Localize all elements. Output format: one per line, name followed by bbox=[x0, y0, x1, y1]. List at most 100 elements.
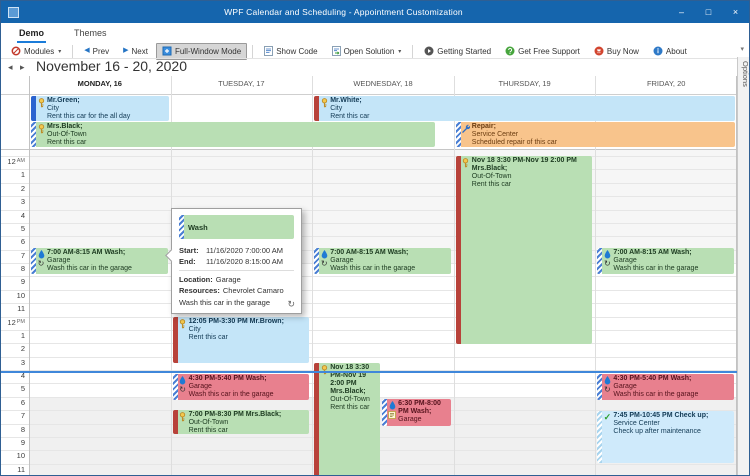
app-icon bbox=[8, 7, 19, 18]
event-icons: ↻ bbox=[36, 248, 46, 274]
appointment[interactable]: Nov 18 3:30 PM-Nov 19 2:00 PM Mrs.Black;… bbox=[456, 156, 593, 344]
event-icons: ✓ bbox=[602, 411, 612, 463]
recurrence-icon: ↻ bbox=[604, 386, 611, 394]
event-text: 7:00 AM-8:15 AM Wash;GarageWash this car… bbox=[46, 248, 168, 274]
allday-appointment[interactable]: Mrs.Black;Out-Of-TownRent this car bbox=[31, 122, 435, 147]
event-icons bbox=[319, 96, 329, 121]
appointment[interactable]: 6:30 PM-8:00 PM Wash;Garage bbox=[382, 399, 451, 426]
minimize-button[interactable]: – bbox=[668, 1, 695, 23]
code-icon bbox=[264, 46, 273, 56]
time-label: 7 bbox=[1, 411, 25, 420]
allday-appointment[interactable]: Repair;Service CenterScheduled repair of… bbox=[456, 122, 735, 147]
open-solution-button[interactable]: Open Solution▾ bbox=[326, 43, 408, 60]
recurrence-icon: ↻ bbox=[604, 260, 611, 268]
day-header-3[interactable]: WEDNESDAY, 18 bbox=[312, 79, 454, 91]
end-value: 11/16/2020 8:15:00 AM bbox=[206, 256, 283, 267]
buy-now-button[interactable]: Buy Now bbox=[588, 43, 645, 60]
maximize-button[interactable]: □ bbox=[695, 1, 722, 23]
getting-started-button[interactable]: Getting Started bbox=[418, 43, 497, 60]
toolbar-overflow-button[interactable]: ▾ bbox=[740, 45, 744, 53]
appointment[interactable]: ↻4:30 PM-5:40 PM Wash;GarageWash this ca… bbox=[597, 374, 734, 400]
prev-button-label: Prev bbox=[93, 47, 109, 56]
time-label: 2 bbox=[1, 344, 25, 353]
tooltip-start-row: Start: 11/16/2020 7:00:00 AM bbox=[179, 245, 294, 256]
event-icons: ↻ bbox=[319, 248, 329, 274]
prev-button[interactable]: ◀ Prev bbox=[78, 43, 115, 60]
options-tab[interactable]: Options bbox=[737, 57, 750, 476]
toolbar-separator bbox=[252, 45, 253, 58]
show-code-button-label: Show Code bbox=[276, 47, 317, 56]
show-code-button[interactable]: Show Code bbox=[258, 43, 323, 60]
droplet-icon bbox=[179, 376, 186, 385]
time-label: 11 bbox=[1, 465, 25, 474]
appointment[interactable]: ↻4:30 PM-5:40 PM Wash;GarageWash this ca… bbox=[173, 374, 310, 400]
key-icon bbox=[179, 412, 186, 422]
tooltip-location-row: Location: Garage bbox=[179, 274, 294, 285]
next-button[interactable]: ▶Next bbox=[117, 43, 154, 60]
allday-appointment[interactable]: Mr.White;CityRent this car bbox=[314, 96, 735, 121]
key-icon bbox=[321, 365, 328, 375]
time-label: 1 bbox=[1, 170, 25, 179]
day-header-5[interactable]: FRIDAY, 20 bbox=[595, 79, 737, 91]
modules-button[interactable]: Modules▾ bbox=[5, 43, 67, 60]
time-label: 6 bbox=[1, 398, 25, 407]
solution-icon bbox=[332, 46, 341, 56]
tooltip-resources-row: Resources: Chevrolet Camaro bbox=[179, 285, 294, 296]
tooltip-end-row: End: 11/16/2020 8:15:00 AM bbox=[179, 256, 294, 267]
allday-appointment[interactable]: Mr.Green;CityRent this car for the all d… bbox=[31, 96, 169, 121]
tooltip-description: Wash this car in the garage bbox=[179, 298, 294, 307]
event-text: 7:00 AM-8:15 AM Wash;GarageWash this car… bbox=[612, 248, 734, 274]
nav-forward-button[interactable]: ▸ bbox=[20, 62, 25, 73]
appointment[interactable]: ✓7:45 PM-10:45 PM Check up;Service Cente… bbox=[597, 411, 734, 463]
time-label: 12PM bbox=[1, 318, 25, 327]
get-free-support-button[interactable]: Get Free Support bbox=[499, 43, 586, 60]
day-header-2[interactable]: TUESDAY, 17 bbox=[171, 79, 313, 91]
nav-back-button[interactable]: ◂ bbox=[8, 62, 13, 73]
event-icons bbox=[461, 122, 471, 147]
event-text: 7:00 PM-8:30 PM Mrs.Black;Out-Of-TownRen… bbox=[188, 410, 310, 434]
event-icons: ↻ bbox=[602, 374, 612, 400]
appointment[interactable]: Nov 18 3:30 PM-Nov 19 2:00 PM Mrs.Black;… bbox=[314, 363, 380, 476]
appointment[interactable]: ↻7:00 AM-8:15 AM Wash;GarageWash this ca… bbox=[597, 248, 734, 274]
day-header-4[interactable]: THURSDAY, 19 bbox=[454, 79, 596, 91]
end-label: End: bbox=[179, 256, 203, 267]
full-window-mode-button[interactable]: Full-Window Mode bbox=[156, 43, 247, 60]
toolbar-separator bbox=[412, 45, 413, 58]
appointment[interactable]: 12:05 PM-3:30 PM Mr.Brown;CityRent this … bbox=[173, 317, 310, 363]
getting-started-button-label: Getting Started bbox=[437, 47, 491, 56]
modules-button-label: Modules bbox=[24, 47, 54, 56]
event-icons bbox=[36, 122, 46, 147]
time-label: 6 bbox=[1, 237, 25, 246]
close-button[interactable]: × bbox=[722, 1, 749, 23]
resources-label: Resources: bbox=[179, 285, 220, 296]
time-label: 5 bbox=[1, 224, 25, 233]
start-value: 11/16/2020 7:00:00 AM bbox=[206, 245, 283, 256]
tab-demo[interactable]: Demo bbox=[17, 25, 46, 41]
appointment[interactable]: ↻7:00 AM-8:15 AM Wash;GarageWash this ca… bbox=[314, 248, 451, 274]
appointment[interactable]: ↻7:00 AM-8:15 AM Wash;GarageWash this ca… bbox=[31, 248, 168, 274]
time-label: 4 bbox=[1, 211, 25, 220]
tooltip-subject-strip: Wash bbox=[179, 215, 294, 239]
event-text: 6:30 PM-8:00 PM Wash;Garage bbox=[397, 399, 451, 426]
buy-now-button-label: Buy Now bbox=[607, 47, 639, 56]
date-range-title: November 16 - 20, 2020 bbox=[36, 58, 187, 74]
location-label: Location: bbox=[179, 274, 213, 285]
day-header-1[interactable]: MONDAY, 16 bbox=[29, 79, 171, 91]
striped-bar bbox=[179, 215, 184, 239]
title-bar: WPF Calendar and Scheduling - Appointmen… bbox=[1, 1, 749, 23]
event-text: 12:05 PM-3:30 PM Mr.Brown;CityRent this … bbox=[188, 317, 310, 363]
tab-themes[interactable]: Themes bbox=[72, 25, 109, 41]
appointment[interactable]: 7:00 PM-8:30 PM Mrs.Black;Out-Of-TownRen… bbox=[173, 410, 310, 434]
key-icon bbox=[179, 319, 186, 329]
app-window: WPF Calendar and Scheduling - Appointmen… bbox=[0, 0, 750, 476]
about-button[interactable]: About bbox=[647, 43, 693, 60]
about-button-label: About bbox=[666, 47, 687, 56]
event-icons bbox=[36, 96, 46, 121]
resources-value: Chevrolet Camaro bbox=[223, 285, 284, 296]
dropdown-arrow-icon: ▾ bbox=[398, 48, 401, 55]
time-label: 11 bbox=[1, 304, 25, 313]
prev-icon: ◀ bbox=[84, 47, 89, 55]
current-time-line bbox=[1, 371, 737, 373]
event-text: 7:45 PM-10:45 PM Check up;Service Center… bbox=[612, 411, 734, 463]
event-text: Nov 18 3:30 PM-Nov 19 2:00 PM Mrs.Black;… bbox=[471, 156, 593, 344]
